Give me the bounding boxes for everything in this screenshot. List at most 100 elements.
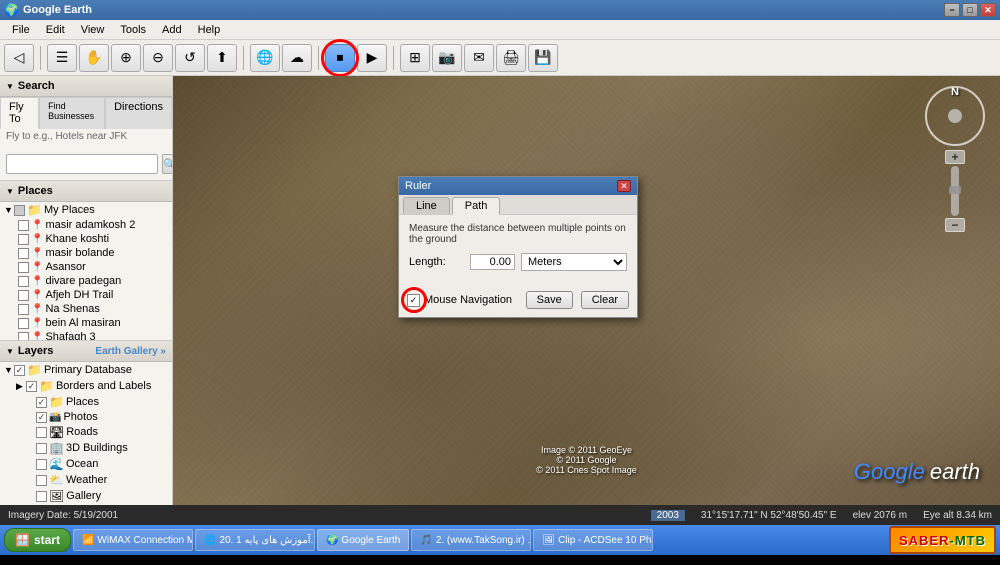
menu-tools[interactable]: Tools [112, 22, 154, 38]
tree-item-asansor[interactable]: 📍 Asansor [0, 260, 172, 274]
checkbox-afjeh[interactable] [18, 290, 29, 301]
checkbox-ocean[interactable] [36, 459, 47, 470]
checkbox-asansor[interactable] [18, 262, 29, 273]
zoom-slider-thumb[interactable] [949, 186, 961, 194]
tree-item-na-shenas[interactable]: 📍 Na Shenas [0, 302, 172, 316]
checkbox-na[interactable] [18, 304, 29, 315]
layer-borders[interactable]: ▶ 📁 Borders and Labels [0, 378, 172, 394]
checkbox-shafagh[interactable] [18, 332, 29, 341]
places-header[interactable]: ▼ Places [0, 181, 172, 202]
tab-directions[interactable]: Directions [105, 97, 172, 129]
toolbar-btn-record-tour[interactable]: ⏹ [325, 44, 355, 72]
layer-ocean[interactable]: 🌊 Ocean [0, 456, 172, 472]
divare-label: divare padegan [45, 275, 121, 287]
places-section[interactable]: ▼ Places ▼ 📁 My Places 📍 masir adamkosh … [0, 181, 172, 340]
ruler-unit-select[interactable]: Meters Kilometers Miles Feet [521, 253, 627, 271]
toolbar-btn-sidebar[interactable]: ☰ [47, 44, 77, 72]
maximize-button[interactable]: □ [962, 3, 978, 17]
toolbar-btn-zoom-out[interactable]: ⊖ [143, 44, 173, 72]
start-button[interactable]: 🪟 start [4, 528, 71, 552]
ruler-tab-path[interactable]: Path [452, 197, 501, 215]
earth-gallery-button[interactable]: Earth Gallery » [95, 346, 166, 357]
menu-edit[interactable]: Edit [38, 22, 73, 38]
zoom-in-nav-button[interactable]: + [945, 150, 965, 164]
checkbox-masir[interactable] [18, 220, 29, 231]
taskbar-item-browser[interactable]: 🌐 20. آموزش های پایه 1... [195, 529, 315, 551]
tree-item-divare[interactable]: 📍 divare padegan [0, 274, 172, 288]
toolbar-btn-grid[interactable]: ⊞ [400, 44, 430, 72]
toolbar-btn-zoom-in[interactable]: ⊕ [111, 44, 141, 72]
map-area[interactable]: N + − Image © 2011 GeoEye © 2011 Google … [173, 76, 1000, 505]
tab-fly-to[interactable]: Fly To [0, 97, 39, 129]
mouse-nav-checkbox[interactable] [407, 294, 420, 307]
checkbox-borders[interactable] [26, 381, 37, 392]
menu-add[interactable]: Add [154, 22, 190, 38]
layer-roads[interactable]: 🛣 Roads [0, 424, 172, 440]
checkbox-3d-buildings[interactable] [36, 443, 47, 454]
checkbox-divare[interactable] [18, 276, 29, 287]
nav-zoom-controls: + − [920, 150, 990, 232]
menu-help[interactable]: Help [190, 22, 229, 38]
toolbar-btn-play[interactable]: ▶ [357, 44, 387, 72]
toolbar-btn-print[interactable]: 🖨 [496, 44, 526, 72]
toolbar-btn-north[interactable]: ⬆ [207, 44, 237, 72]
toolbar-btn-pan[interactable]: ✋ [79, 44, 109, 72]
search-input[interactable] [6, 154, 158, 174]
checkbox-masir-b[interactable] [18, 248, 29, 259]
search-header[interactable]: ▼ Search [0, 76, 172, 97]
ruler-dialog-close[interactable]: ✕ [617, 180, 631, 192]
toolbar-btn-tilt[interactable]: ↺ [175, 44, 205, 72]
checkbox-bein[interactable] [18, 318, 29, 329]
checkbox-places-layer[interactable] [36, 397, 47, 408]
tree-item-my-places[interactable]: ▼ 📁 My Places [0, 202, 172, 218]
compass-ring[interactable]: N [925, 86, 985, 146]
taskbar-item-taksong[interactable]: 🎵 2. (www.TakSong.ir) ... [411, 529, 531, 551]
taskbar-item-ge[interactable]: 🌍 Google Earth [317, 529, 409, 551]
tab-find-businesses[interactable]: Find Businesses [39, 97, 105, 129]
pin-afjeh: 📍 [31, 290, 43, 301]
taskbar-item-acd[interactable]: 🖼 Clip - ACDSee 10 Pho... [533, 529, 653, 551]
layer-gallery[interactable]: 🖼 Gallery [0, 488, 172, 504]
ruler-clear-button[interactable]: Clear [581, 291, 629, 309]
menu-file[interactable]: File [4, 22, 38, 38]
tree-item-masir-bolande[interactable]: 📍 masir bolande [0, 246, 172, 260]
ruler-tab-line[interactable]: Line [403, 197, 450, 214]
checkbox-weather[interactable] [36, 475, 47, 486]
ruler-length-row: Length: 0.00 Meters Kilometers Miles Fee… [409, 253, 627, 271]
toolbar-btn-photo[interactable]: 📷 [432, 44, 462, 72]
checkbox-roads-layer[interactable] [36, 427, 47, 438]
tree-item-bein[interactable]: 📍 bein Al masiran [0, 316, 172, 330]
toolbar-btn-earth[interactable]: 🌐 [250, 44, 280, 72]
layer-ocean-label: Ocean [66, 458, 98, 470]
tree-item-shafagh[interactable]: 📍 Shafagh 3 [0, 330, 172, 340]
checkbox-my-places[interactable] [14, 205, 25, 216]
zoom-out-nav-button[interactable]: − [945, 218, 965, 232]
close-button[interactable]: ✕ [980, 3, 996, 17]
layers-section: ▼ Layers Earth Gallery » ▼ 📁 Primary Dat… [0, 340, 172, 505]
layer-photos[interactable]: 📸 Photos [0, 410, 172, 424]
pin-asansor: 📍 [31, 262, 43, 273]
checkbox-photos-layer[interactable] [36, 412, 47, 423]
ruler-save-button[interactable]: Save [526, 291, 573, 309]
checkbox-khane[interactable] [18, 234, 29, 245]
toolbar-btn-sky[interactable]: ☁ [282, 44, 312, 72]
layer-3d-buildings[interactable]: 🏢 3D Buildings [0, 440, 172, 456]
toolbar-btn-back[interactable]: ◁ [4, 44, 34, 72]
menu-view[interactable]: View [73, 22, 113, 38]
layer-global[interactable]: 🌐 Global Awareness [0, 504, 172, 505]
toolbar-btn-save-image[interactable]: 💾 [528, 44, 558, 72]
tree-item-khane[interactable]: 📍 Khane koshti [0, 232, 172, 246]
layer-places[interactable]: 📁 Places [0, 394, 172, 410]
tree-item-masir[interactable]: 📍 masir adamkosh 2 [0, 218, 172, 232]
checkbox-gallery[interactable] [36, 491, 47, 502]
taskbar-item-wimax[interactable]: 📶 WiMAX Connection M... [73, 529, 193, 551]
checkbox-primary-db[interactable] [14, 365, 25, 376]
layer-primary-db[interactable]: ▼ 📁 Primary Database [0, 362, 172, 378]
layer-3d-label: 3D Buildings [66, 442, 128, 454]
minimize-button[interactable]: − [944, 3, 960, 17]
zoom-slider[interactable] [951, 166, 959, 216]
search-go-button[interactable]: 🔍 [162, 154, 173, 174]
layer-weather[interactable]: ⛅ Weather [0, 472, 172, 488]
toolbar-btn-email[interactable]: ✉ [464, 44, 494, 72]
tree-item-afjeh[interactable]: 📍 Afjeh DH Trail [0, 288, 172, 302]
